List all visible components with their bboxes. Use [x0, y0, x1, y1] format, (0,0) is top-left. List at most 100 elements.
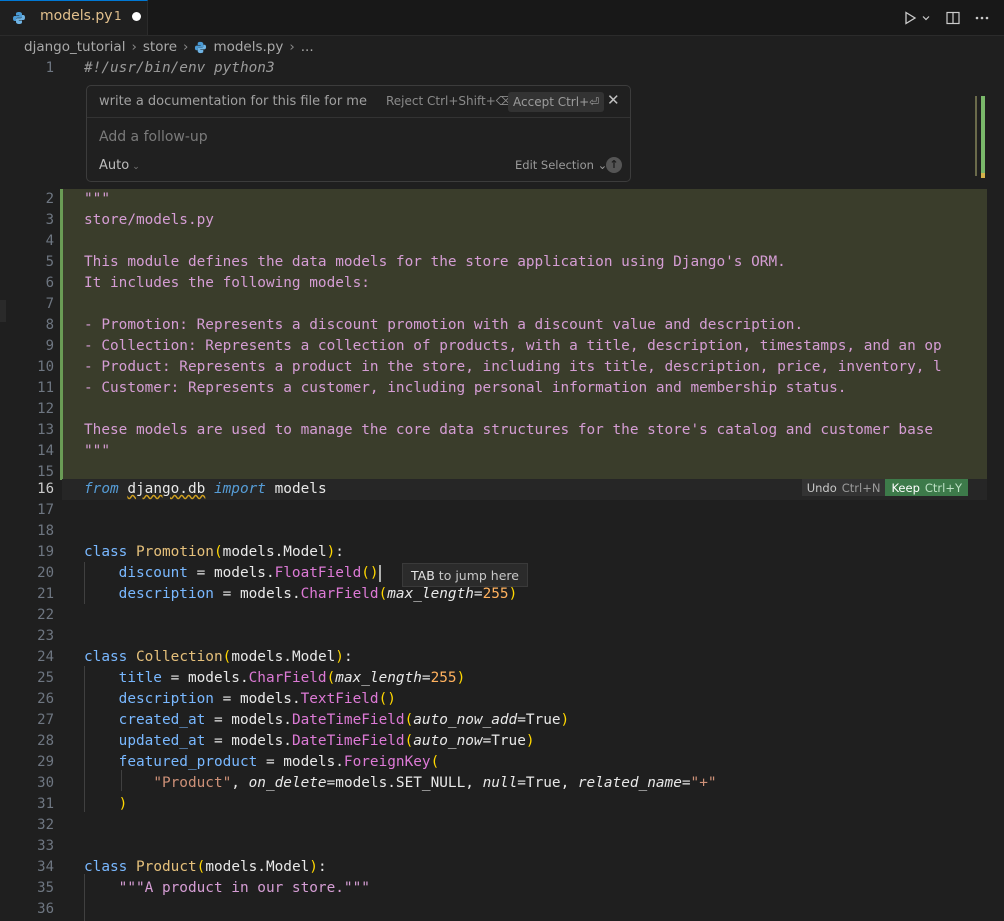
code-line-11: - Customer: Represents a customer, inclu… [84, 380, 847, 396]
keep-button[interactable]: Keep Ctrl+Y [885, 479, 968, 496]
chevron-right-icon: › [183, 39, 189, 55]
split-editor-button[interactable] [946, 11, 960, 25]
code-line-26: description = models.TextField() [118, 691, 396, 707]
line-number: 17 [37, 502, 54, 518]
line-number: 20 [37, 565, 54, 581]
code-line-13: These models are used to manage the core… [84, 422, 934, 438]
code-line-9: - Collection: Represents a collection of… [84, 338, 942, 354]
chat-prompt-text[interactable]: write a documentation for this file for … [99, 94, 367, 109]
class-name: Promotion [136, 544, 214, 560]
number: 255 [430, 670, 457, 686]
tab-hint-text: to jump here [438, 567, 519, 583]
field-name: discount [118, 565, 188, 581]
code-line-29: featured_product = models.ForeignKey( [118, 754, 440, 770]
keyword-argument: auto_now [413, 733, 483, 749]
chevron-down-icon[interactable] [920, 12, 932, 24]
line-number: 8 [45, 317, 54, 333]
undo-label: Undo [806, 480, 837, 495]
code-line-27: created_at = models.DateTimeField(auto_n… [118, 712, 570, 728]
line-number: 14 [37, 443, 54, 459]
line-number: 18 [37, 523, 54, 539]
run-button[interactable] [903, 10, 932, 25]
code-line-3: store/models.py [84, 212, 214, 228]
import-name: models [274, 481, 327, 497]
send-button[interactable]: ↑ [606, 157, 622, 173]
base-class: models.Model [222, 544, 327, 560]
assignment: = models. [187, 565, 275, 581]
editor-actions [903, 0, 990, 35]
line-number: 29 [37, 754, 54, 770]
line-number: 21 [37, 586, 54, 602]
unsaved-dot-icon[interactable] [132, 12, 141, 21]
code-editor[interactable]: 1 #!/usr/bin/env python3 2 """ 3 store/mode… [0, 58, 1004, 921]
line-number: 12 [37, 401, 54, 417]
code-line-5: This module defines the data models for … [84, 254, 786, 270]
assignment: = models. [161, 670, 249, 686]
line-number: 33 [37, 838, 54, 854]
breadcrumb-item-file[interactable]: models.py [213, 39, 283, 55]
line-number: 24 [37, 649, 54, 665]
keyword-argument: on_delete [248, 775, 327, 791]
code-line-20: discount = models.FloatField() [118, 564, 381, 582]
keep-label: Keep [891, 480, 920, 495]
close-icon[interactable]: ✕ [607, 91, 620, 109]
line-number: 3 [45, 212, 54, 228]
tab-filename: models.py [40, 8, 113, 24]
line-number: 27 [37, 712, 54, 728]
code-line-21: description = models.CharField(max_lengt… [118, 586, 518, 602]
mode-select[interactable]: Auto ⌄ [99, 158, 140, 173]
line-number: 1 [45, 60, 54, 76]
tab-jump-hint: TAB to jump here [402, 563, 528, 587]
module-name: django.db [127, 481, 206, 497]
field-name: description [118, 691, 214, 707]
class-name: Product [136, 859, 197, 875]
code-line-31: ) [118, 796, 128, 812]
line-number: 4 [45, 233, 54, 249]
accept-button[interactable]: Accept Ctrl+⏎ [508, 92, 605, 112]
problem-count-badge: 1 [114, 9, 122, 23]
line-number: 13 [37, 422, 54, 438]
code-line-34: class Product(models.Model): [84, 859, 327, 875]
code-line-10: - Product: Represents a product in the s… [84, 359, 942, 375]
breadcrumb-item-folder[interactable]: store [143, 39, 177, 55]
split-editor-icon [946, 11, 960, 24]
code-line-28: updated_at = models.DateTimeField(auto_n… [118, 733, 535, 749]
field-type: DateTimeField [291, 712, 405, 728]
class-name: Collection [136, 649, 223, 665]
field-type: ForeignKey [343, 754, 431, 770]
keyword-argument: max_length [335, 670, 422, 686]
breadcrumb-item-project[interactable]: django_tutorial [24, 39, 125, 55]
number: 255 [482, 586, 509, 602]
line-number: 23 [37, 628, 54, 644]
diff-actions: Undo Ctrl+N Keep Ctrl+Y [801, 479, 968, 496]
code-line-6: It includes the following models: [84, 275, 370, 291]
line-number: 22 [37, 607, 54, 623]
line-number: 36 [37, 901, 54, 917]
reject-button[interactable]: Reject Ctrl+Shift+⌫ [386, 94, 513, 108]
line-number: 31 [37, 796, 54, 812]
assignment: = models. [213, 586, 301, 602]
undo-button[interactable]: Undo Ctrl+N [801, 479, 886, 496]
followup-input[interactable]: Add a follow-up [99, 129, 208, 145]
arrow-up-icon: ↑ [609, 158, 619, 171]
field-type: FloatField [274, 565, 362, 581]
undo-shortcut: Ctrl+N [841, 480, 881, 495]
code-line-35: """A product in our store.""" [84, 878, 370, 899]
tab-models-py[interactable]: models.py 1 [0, 0, 148, 35]
edit-selection-dropdown[interactable]: Edit Selection ⌄ [515, 158, 607, 172]
field-name: updated_at [118, 733, 206, 749]
line-number: 10 [37, 359, 54, 375]
code-line-24: class Collection(models.Model): [84, 649, 353, 665]
minimap-added-marker [981, 96, 985, 178]
line-number: 2 [45, 191, 54, 207]
more-actions-button[interactable] [974, 11, 990, 25]
code-line-2: """ [84, 191, 110, 207]
code-line-19: class Promotion(models.Model): [84, 544, 344, 560]
line-number: 25 [37, 670, 54, 686]
assignment: = models. [257, 754, 344, 770]
line-number: 9 [45, 338, 54, 354]
play-icon [905, 10, 917, 25]
chevron-right-icon: › [131, 39, 137, 55]
breadcrumb-item-symbol[interactable]: ... [301, 39, 314, 55]
base-class: models.Model [205, 859, 310, 875]
